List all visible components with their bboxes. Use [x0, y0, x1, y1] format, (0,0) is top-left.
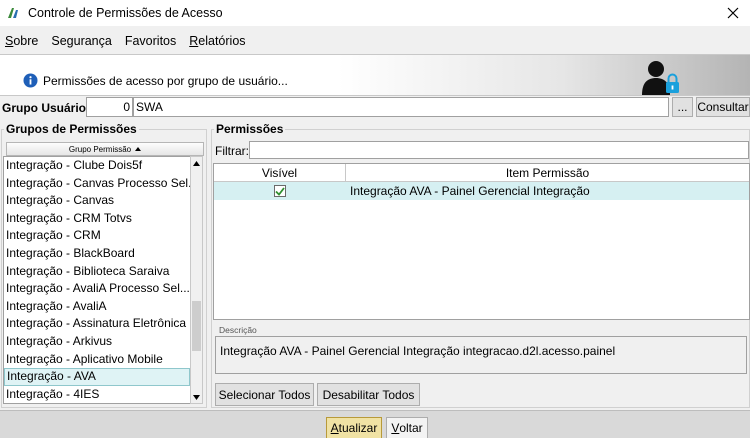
descricao-label: Descrição	[219, 325, 257, 335]
menu-sobre[interactable]: Sobre	[5, 34, 38, 48]
permissoes-title: Permissões	[214, 122, 286, 136]
menu-bar: Sobre Segurança Favoritos Relatórios	[0, 30, 750, 52]
grid-header: Visível Item Permissão	[214, 164, 749, 182]
scroll-up-button[interactable]	[191, 157, 202, 169]
browse-button[interactable]: ...	[672, 97, 693, 117]
list-scrollbar[interactable]	[190, 156, 203, 404]
list-item[interactable]: Integração - Clube Dois5f	[4, 157, 190, 175]
column-header-visivel[interactable]: Visível	[214, 164, 346, 181]
info-icon	[23, 73, 38, 88]
descricao-text: Integração AVA - Painel Gerencial Integr…	[215, 336, 747, 374]
list-item[interactable]: Integração - CRM	[4, 227, 190, 245]
list-item[interactable]: Integração - Aplicativo Mobile	[4, 351, 190, 369]
menu-relatorios[interactable]: Relatórios	[189, 34, 245, 48]
column-header-item-permissao[interactable]: Item Permissão	[346, 164, 749, 181]
list-item[interactable]: Integração - Biblioteca Saraiva	[4, 263, 190, 281]
grupos-permissoes-list[interactable]: Integração - Clube Dois5f Integração - C…	[3, 156, 191, 404]
menu-seguranca[interactable]: Segurança	[51, 34, 111, 48]
list-item[interactable]: Integração - AvaliA	[4, 298, 190, 316]
visivel-checkbox[interactable]	[274, 185, 286, 197]
scroll-down-button[interactable]	[191, 391, 202, 403]
voltar-button[interactable]: Voltar	[386, 417, 428, 438]
visivel-cell	[214, 182, 346, 200]
info-banner: Permissões de acesso por grupo de usuári…	[0, 54, 750, 96]
list-item[interactable]: Integração - AvaliA Processo Sel...	[4, 280, 190, 298]
filtrar-label: Filtrar:	[215, 144, 249, 158]
user-lock-icon	[642, 61, 679, 95]
grupo-usuario-label: Grupo Usuário:	[2, 101, 91, 115]
banner-text: Permissões de acesso por grupo de usuári…	[43, 74, 288, 88]
grupo-usuario-code-field[interactable]: 0	[86, 97, 133, 117]
list-item[interactable]: Integração - Canvas	[4, 192, 190, 210]
descricao-box: Descrição Integração AVA - Painel Gerenc…	[213, 322, 750, 377]
atualizar-button[interactable]: Atualizar	[326, 417, 382, 438]
list-item[interactable]: Integração - Canvas Processo Sel...	[4, 175, 190, 193]
app-logo-icon	[8, 8, 18, 18]
filtrar-input[interactable]	[249, 141, 749, 159]
list-item[interactable]: Integração - CRM Totvs	[4, 210, 190, 228]
menu-favoritos[interactable]: Favoritos	[125, 34, 176, 48]
list-item[interactable]: Integração - 4IES	[4, 386, 190, 403]
scroll-thumb[interactable]	[192, 301, 201, 351]
checkmark-icon	[275, 186, 285, 196]
scroll-down-icon	[193, 394, 200, 400]
list-item[interactable]: Integração - Arkivus	[4, 333, 190, 351]
grupo-permissao-column-header[interactable]: Grupo Permissão	[6, 142, 204, 156]
permissoes-grid: Visível Item Permissão Integração AVA - …	[213, 163, 750, 320]
table-row[interactable]: Integração AVA - Painel Gerencial Integr…	[214, 182, 749, 200]
close-icon	[727, 7, 739, 19]
list-item-selected[interactable]: Integração - AVA	[4, 368, 190, 386]
desabilitar-todos-button[interactable]: Desabilitar Todos	[317, 383, 420, 406]
sort-ascending-icon	[135, 147, 142, 151]
consultar-button[interactable]: Consultar	[696, 97, 750, 117]
grupos-permissoes-title: Grupos de Permissões	[4, 122, 139, 136]
title-bar: Controle de Permissões de Acesso	[0, 0, 750, 26]
window-title: Controle de Permissões de Acesso	[28, 6, 223, 20]
scroll-up-icon	[193, 160, 200, 166]
grupo-usuario-name-field[interactable]: SWA	[133, 97, 669, 117]
item-permissao-cell: Integração AVA - Painel Gerencial Integr…	[350, 184, 590, 198]
list-item[interactable]: Integração - BlackBoard	[4, 245, 190, 263]
close-button[interactable]	[716, 0, 750, 26]
selecionar-todos-button[interactable]: Selecionar Todos	[215, 383, 314, 406]
list-item[interactable]: Integração - Assinatura Eletrônica	[4, 315, 190, 333]
